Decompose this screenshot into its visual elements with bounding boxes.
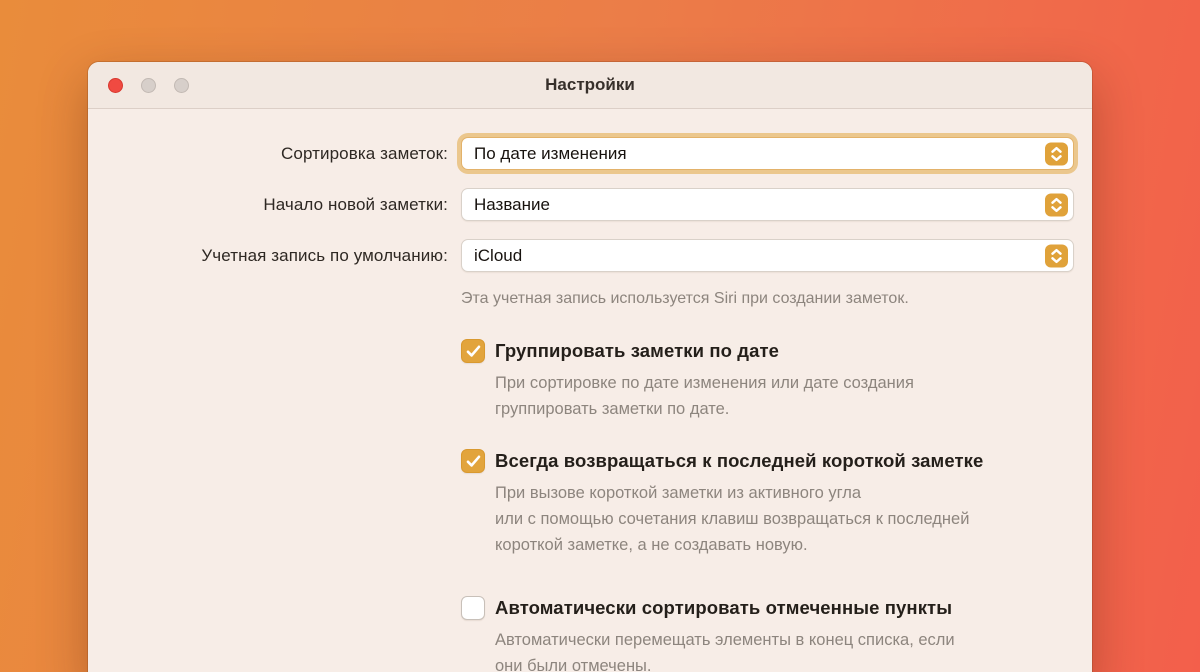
titlebar: Настройки: [88, 62, 1092, 109]
new-note-label: Начало новой заметки:: [263, 194, 448, 214]
auto-sort-checked-checkbox-row[interactable]: Автоматически сортировать отмеченные пун…: [461, 596, 1074, 620]
setting-row-new-note: Начало новой заметки: Название: [88, 188, 1074, 221]
siri-account-note: Эта учетная запись используется Siri при…: [461, 290, 909, 307]
chevron-up-down-icon: [1045, 142, 1068, 165]
setting-row-sort: Сортировка заметок: По дате изменения: [88, 137, 1074, 170]
group-notes-by-date-checkbox[interactable]: [461, 339, 485, 363]
account-note-row: Эта учетная запись используется Siri при…: [88, 290, 1074, 308]
resume-quick-note-checkbox-row[interactable]: Всегда возвращаться к последней короткой…: [461, 449, 1074, 473]
sort-notes-value: По дате изменения: [474, 143, 627, 163]
settings-content: Сортировка заметок: По дате изменения На…: [88, 109, 1092, 672]
setting-group-sort-checked: Автоматически сортировать отмеченные пун…: [88, 596, 1074, 672]
setting-group-quick-note: Всегда возвращаться к последней короткой…: [88, 449, 1074, 558]
sort-notes-select[interactable]: По дате изменения: [461, 137, 1074, 170]
auto-sort-checked-checkbox[interactable]: [461, 596, 485, 620]
sort-notes-label: Сортировка заметок:: [281, 143, 448, 163]
group-notes-by-date-label: Группировать заметки по дате: [495, 340, 780, 361]
checkmark-icon: [466, 345, 480, 357]
resume-quick-note-label: Всегда возвращаться к последней короткой…: [495, 450, 984, 471]
new-note-select[interactable]: Название: [461, 188, 1074, 221]
default-account-select[interactable]: iCloud: [461, 239, 1074, 272]
default-account-label: Учетная запись по умолчанию:: [201, 245, 448, 265]
new-note-value: Название: [474, 194, 550, 214]
setting-group-date: Группировать заметки по дате При сортиро…: [88, 339, 1074, 422]
chevron-up-down-icon: [1045, 193, 1068, 216]
auto-sort-checked-label: Автоматически сортировать отмеченные пун…: [495, 597, 953, 618]
setting-row-default-account: Учетная запись по умолчанию: iCloud: [88, 239, 1074, 272]
default-account-value: iCloud: [474, 245, 523, 265]
resume-quick-note-description: При вызове короткой заметки из активного…: [495, 484, 970, 554]
preferences-window: Настройки Сортировка заметок: По дате из…: [88, 62, 1092, 672]
resume-quick-note-checkbox[interactable]: [461, 449, 485, 473]
group-notes-by-date-checkbox-row[interactable]: Группировать заметки по дате: [461, 339, 1074, 363]
group-notes-by-date-description: При сортировке по дате изменения или дат…: [495, 374, 914, 418]
chevron-up-down-icon: [1045, 244, 1068, 267]
auto-sort-checked-description: Автоматически перемещать элементы в коне…: [495, 631, 955, 672]
checkmark-icon: [466, 455, 480, 467]
window-title: Настройки: [545, 75, 635, 94]
